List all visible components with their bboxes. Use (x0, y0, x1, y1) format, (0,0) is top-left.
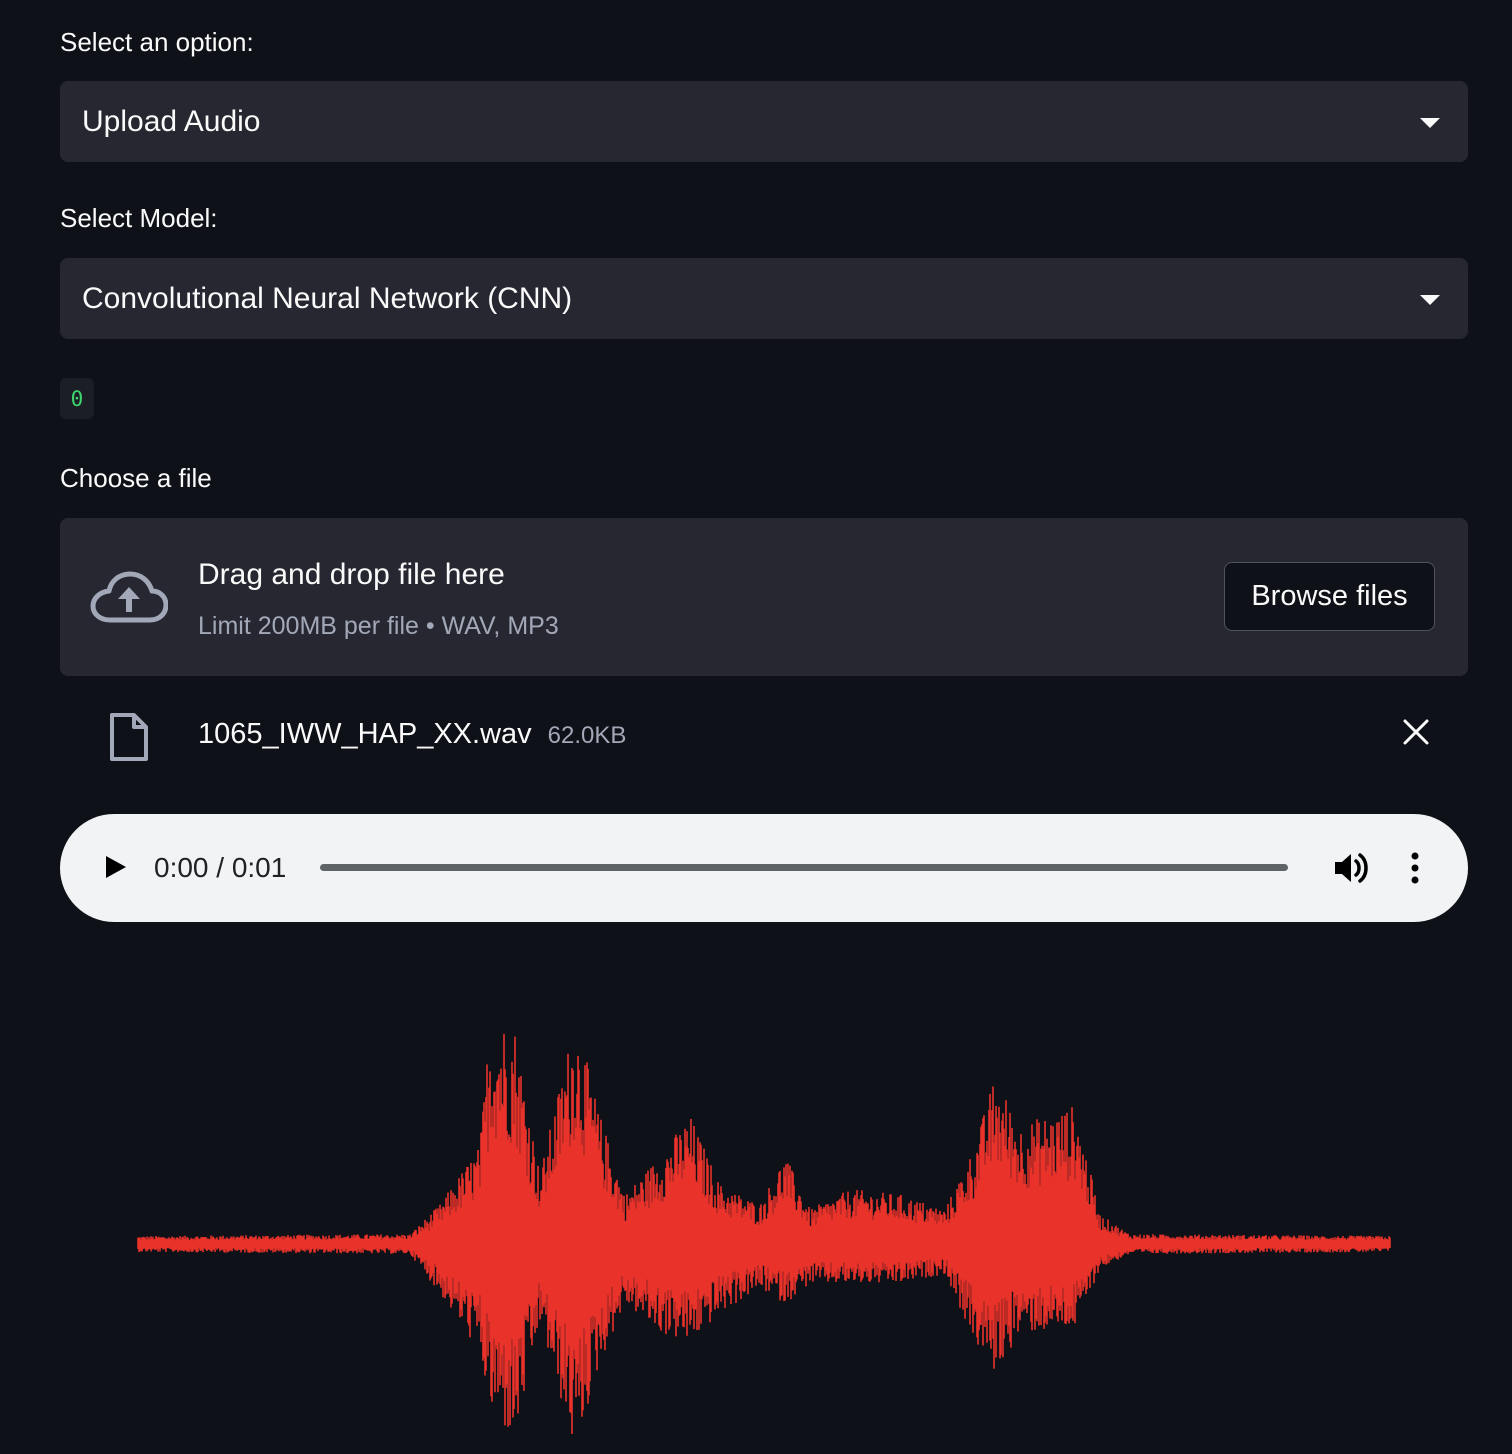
browse-files-button[interactable]: Browse files (1224, 562, 1435, 631)
volume-icon[interactable] (1332, 850, 1370, 886)
code-output: 0 (60, 378, 94, 419)
dropzone-title: Drag and drop file here (198, 558, 505, 591)
app-page: Select an option: Upload Audio Select Mo… (0, 0, 1512, 1454)
close-icon[interactable] (1400, 716, 1432, 748)
file-dropzone[interactable]: Drag and drop file here Limit 200MB per … (60, 518, 1468, 676)
waveform-trace (137, 1034, 1391, 1434)
model-select-value: Convolutional Neural Network (CNN) (82, 281, 573, 315)
uploaded-file-row: 1065_IWW_HAP_XX.wav 62.0KB (60, 700, 1468, 770)
chevron-down-icon (1420, 294, 1440, 305)
cloud-upload-icon (90, 571, 168, 623)
more-vertical-icon[interactable] (1400, 850, 1430, 886)
model-select[interactable]: Convolutional Neural Network (CNN) (60, 258, 1468, 339)
dropzone-limit: Limit 200MB per file • WAV, MP3 (198, 612, 559, 640)
audio-time: 0:00 / 0:01 (154, 852, 287, 883)
audio-progress-bar[interactable] (320, 864, 1288, 871)
uploader-label: Choose a file (60, 463, 212, 493)
option-select[interactable]: Upload Audio (60, 81, 1468, 162)
model-select-label: Select Model: (60, 203, 218, 233)
uploaded-file-size: 62.0KB (547, 722, 627, 749)
uploaded-file-name: 1065_IWW_HAP_XX.wav (198, 718, 532, 750)
option-select-label: Select an option: (60, 27, 254, 57)
chevron-down-icon (1420, 117, 1440, 128)
audio-player: 0:00 / 0:01 (60, 814, 1468, 922)
play-icon[interactable] (100, 852, 130, 882)
audio-waveform (137, 1034, 1391, 1434)
file-icon (110, 713, 148, 761)
option-select-value: Upload Audio (82, 104, 261, 138)
